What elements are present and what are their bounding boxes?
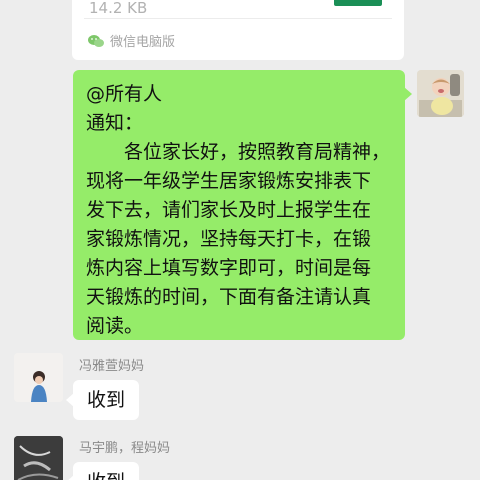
incoming-message-bubble[interactable]: 收到 [65,462,140,480]
child-photo-icon [14,353,63,402]
outgoing-message-bubble[interactable]: @所有人 通知： 各位家长好，按照教育局精神， 现将一年级学生居家锻炼安排表下 … [73,70,412,340]
message-line: 各位家长好，按照教育局精神， [86,141,391,163]
my-avatar[interactable] [417,70,464,117]
file-size: 14.2 KB [89,0,148,17]
wechat-icon [88,34,104,47]
file-type-icon [334,0,382,6]
message-line: 阅读。 [86,315,144,337]
sketch-photo-icon [14,436,63,480]
sender-name: 冯雅萱妈妈 [79,359,145,374]
sender-name: 马宇鹏，程妈妈 [79,441,171,456]
message-line: 发下去，请们家长及时上报学生在 [86,199,372,221]
file-source-label: 微信电脑版 [110,35,176,50]
sender-avatar[interactable] [14,353,63,402]
message-line: 天锻炼的时间，下面有备注请认真 [86,286,372,308]
message-line: 炼内容上填写数字即可，时间是每 [86,257,372,279]
divider [84,18,392,19]
incoming-message-bubble[interactable]: 收到 [65,380,140,420]
file-message-card[interactable]: 14.2 KB 微信电脑版 [72,0,404,60]
message-line: 现将一年级学生居家锻炼安排表下 [86,170,372,192]
message-line: @所有人 [86,83,163,105]
sender-avatar[interactable] [14,436,63,480]
message-text: 收到 [87,389,126,411]
message-line: 通知： [86,112,144,134]
message-line: 家锻炼情况，坚持每天打卡，在锻 [86,228,372,250]
message-text: 收到 [87,471,125,480]
file-source: 微信电脑版 [88,31,175,50]
baby-photo-icon [417,70,464,117]
